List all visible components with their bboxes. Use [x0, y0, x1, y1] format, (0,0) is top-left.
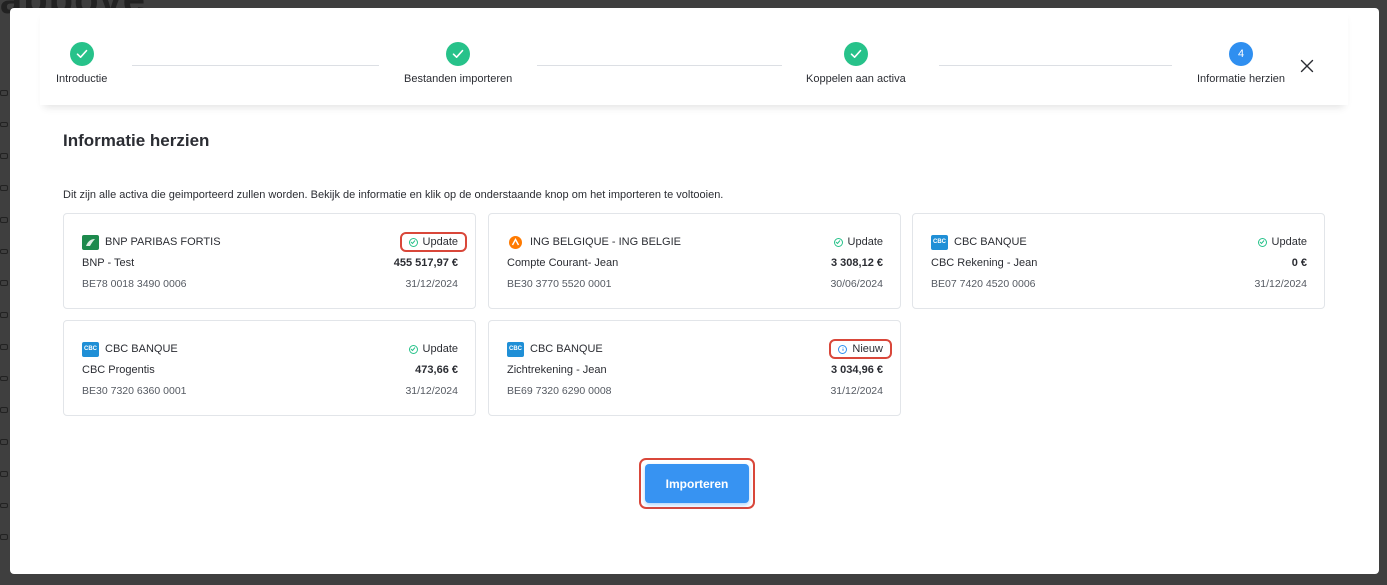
step-connector [939, 65, 1172, 66]
bank-name: BNP PARIBAS FORTIS [105, 236, 221, 248]
check-circle-icon [833, 237, 843, 247]
check-circle-icon [408, 237, 418, 247]
check-circle-icon [1257, 237, 1267, 247]
status-badge: Update [399, 232, 467, 252]
check-icon [69, 42, 94, 66]
status-badge: Update [408, 343, 458, 355]
bank-name: CBC BANQUE [530, 343, 603, 355]
stepper: Introductie Bestanden importeren Koppele… [40, 8, 1348, 105]
account-amount: 455 517,97 € [393, 257, 458, 269]
step-label: Koppelen aan activa [806, 73, 906, 85]
account-name: BNP - Test [82, 257, 135, 269]
status-badge: Nieuw [829, 339, 892, 359]
account-amount: 3 034,96 € [831, 364, 883, 376]
account-iban: BE78 0018 3490 0006 [82, 278, 187, 290]
check-icon [446, 42, 471, 66]
account-iban: BE07 7420 4520 0006 [931, 278, 1036, 290]
step-number: 4 [1229, 42, 1254, 66]
account-amount: 473,66 € [415, 364, 458, 376]
step-label: Informatie herzien [1197, 73, 1286, 85]
bnp-logo-icon [82, 234, 99, 250]
import-modal: Introductie Bestanden importeren Koppele… [10, 8, 1379, 574]
account-amount: 0 € [1291, 257, 1307, 269]
step-label: Introductie [56, 73, 108, 85]
cbc-logo-icon: CBC [507, 341, 524, 357]
account-name: Compte Courant- Jean [507, 257, 619, 269]
check-circle-icon [408, 344, 418, 354]
account-date: 31/12/2024 [405, 278, 458, 290]
close-icon [1300, 59, 1314, 73]
status-badge: Update [833, 236, 883, 248]
account-name: CBC Rekening - Jean [931, 257, 1038, 269]
close-button[interactable] [1297, 56, 1317, 76]
backdrop-sidebar [0, 80, 10, 541]
account-date: 31/12/2024 [1254, 278, 1307, 290]
account-date: 30/06/2024 [830, 278, 883, 290]
asset-card: ING BELGIQUE - ING BELGIE Update Compte … [488, 213, 901, 309]
step-connector [537, 65, 782, 66]
status-badge: Update [1257, 236, 1307, 248]
check-icon [843, 42, 868, 66]
account-date: 31/12/2024 [405, 385, 458, 397]
step-connector [132, 65, 379, 66]
step-introductie[interactable]: Introductie [56, 42, 107, 85]
ing-logo-icon [507, 235, 524, 250]
step-koppelen-aan-activa[interactable]: Koppelen aan activa [806, 42, 906, 85]
account-name: Zichtrekening - Jean [507, 364, 607, 376]
step-label: Bestanden importeren [404, 73, 513, 85]
bank-name: CBC BANQUE [954, 236, 1027, 248]
asset-card: BNP PARIBAS FORTIS Update BNP - Test 455… [63, 213, 476, 309]
account-iban: BE30 3770 5520 0001 [507, 278, 612, 290]
account-iban: BE69 7320 6290 0008 [507, 385, 612, 397]
account-name: CBC Progentis [82, 364, 155, 376]
cbc-logo-icon: CBC [931, 234, 948, 250]
import-button-highlight: Importeren [639, 458, 755, 509]
account-amount: 3 308,12 € [831, 257, 883, 269]
account-date: 31/12/2024 [830, 385, 883, 397]
info-circle-icon [838, 344, 848, 354]
page-description: Dit zijn alle activa die geimporteerd zu… [63, 189, 724, 201]
asset-card: CBC CBC BANQUE Nieuw Zichtrekening - Jea… [488, 320, 901, 416]
import-button[interactable]: Importeren [645, 464, 749, 503]
step-bestanden-importeren[interactable]: Bestanden importeren [404, 42, 512, 85]
bank-name: CBC BANQUE [105, 343, 178, 355]
account-iban: BE30 7320 6360 0001 [82, 385, 187, 397]
bank-name: ING BELGIQUE - ING BELGIE [530, 236, 681, 248]
cbc-logo-icon: CBC [82, 341, 99, 357]
page-title: Informatie herzien [63, 131, 210, 150]
asset-card: CBC CBC BANQUE Update CBC Progentis 473,… [63, 320, 476, 416]
asset-card: CBC CBC BANQUE Update CBC Rekening - Jea… [912, 213, 1325, 309]
step-informatie-herzien[interactable]: 4 Informatie herzien [1197, 42, 1285, 85]
